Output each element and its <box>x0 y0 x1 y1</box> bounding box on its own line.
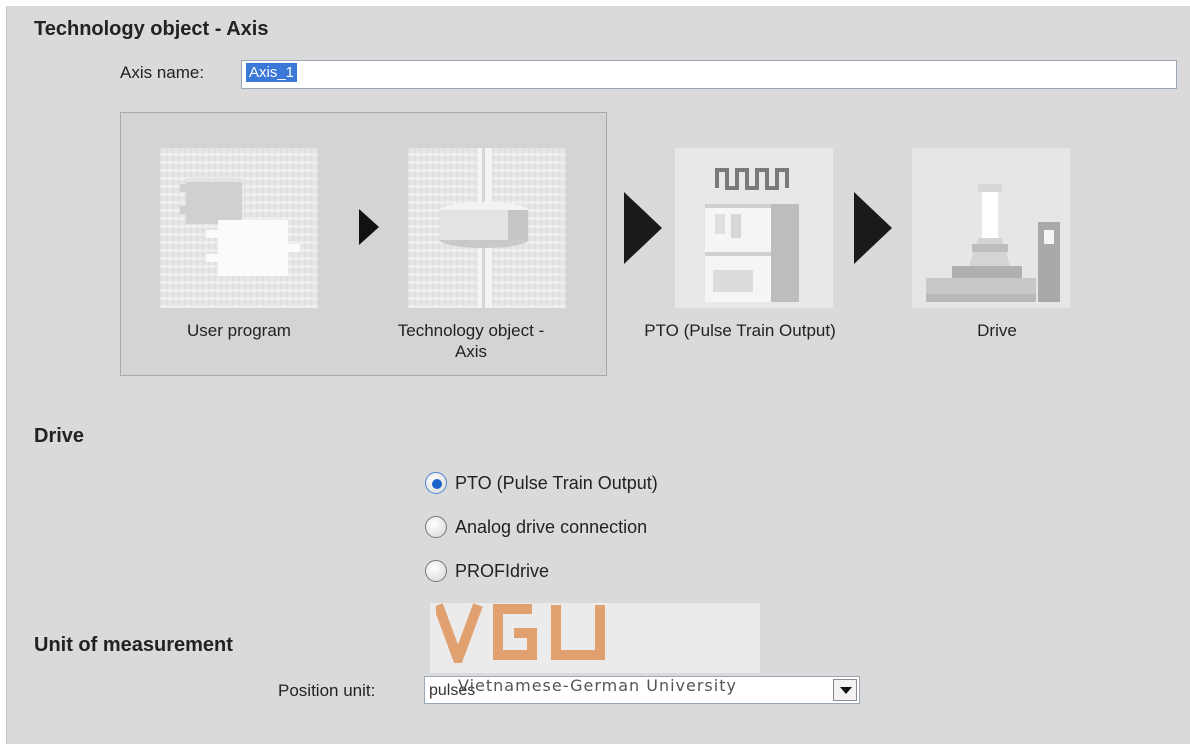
arrow-right-large-icon-2 <box>854 192 892 264</box>
drive-caption: Drive <box>977 321 1017 340</box>
axis-name-input[interactable]: Axis_1 <box>241 60 1177 89</box>
radio-checked-icon[interactable] <box>425 472 447 494</box>
axis-name-value: Axis_1 <box>246 63 298 82</box>
arrow-right-icon <box>359 209 379 245</box>
radio-unchecked-icon[interactable] <box>425 516 447 538</box>
technology-object-icon <box>408 148 566 308</box>
drive-section-title: Drive <box>34 425 85 447</box>
technology-object-caption-line1: Technology object - <box>397 321 545 340</box>
radio-profidrive[interactable]: PROFIdrive <box>425 558 549 584</box>
arrow-right-large-icon <box>624 192 662 264</box>
pto-caption: PTO (Pulse Train Output) <box>644 321 836 340</box>
technology-object-caption: Technology object - Axis <box>371 320 571 362</box>
watermark-text: Vietnamese-German University <box>458 676 737 695</box>
unit-section-title: Unit of measurement <box>34 634 233 656</box>
pto-icon <box>675 148 833 308</box>
technology-object-caption-line2: Axis <box>454 342 488 361</box>
user-program-caption: User program <box>187 321 291 340</box>
page-title: Technology object - Axis <box>34 18 269 40</box>
radio-analog[interactable]: Analog drive connection <box>425 514 647 540</box>
vgu-logo <box>436 603 605 663</box>
radio-analog-label: Analog drive connection <box>455 516 648 537</box>
radio-profidrive-label: PROFIdrive <box>455 560 550 581</box>
radio-pto[interactable]: PTO (Pulse Train Output) <box>425 470 658 496</box>
vgu-watermark <box>430 603 760 673</box>
radio-pto-label: PTO (Pulse Train Output) <box>455 472 658 493</box>
user-program-icon <box>160 148 318 308</box>
position-unit-label: Position unit: <box>278 681 376 700</box>
drive-icon <box>912 148 1070 308</box>
chevron-down-icon[interactable] <box>833 679 857 701</box>
radio-unchecked-icon[interactable] <box>425 560 447 582</box>
axis-name-label: Axis name: <box>120 63 205 82</box>
